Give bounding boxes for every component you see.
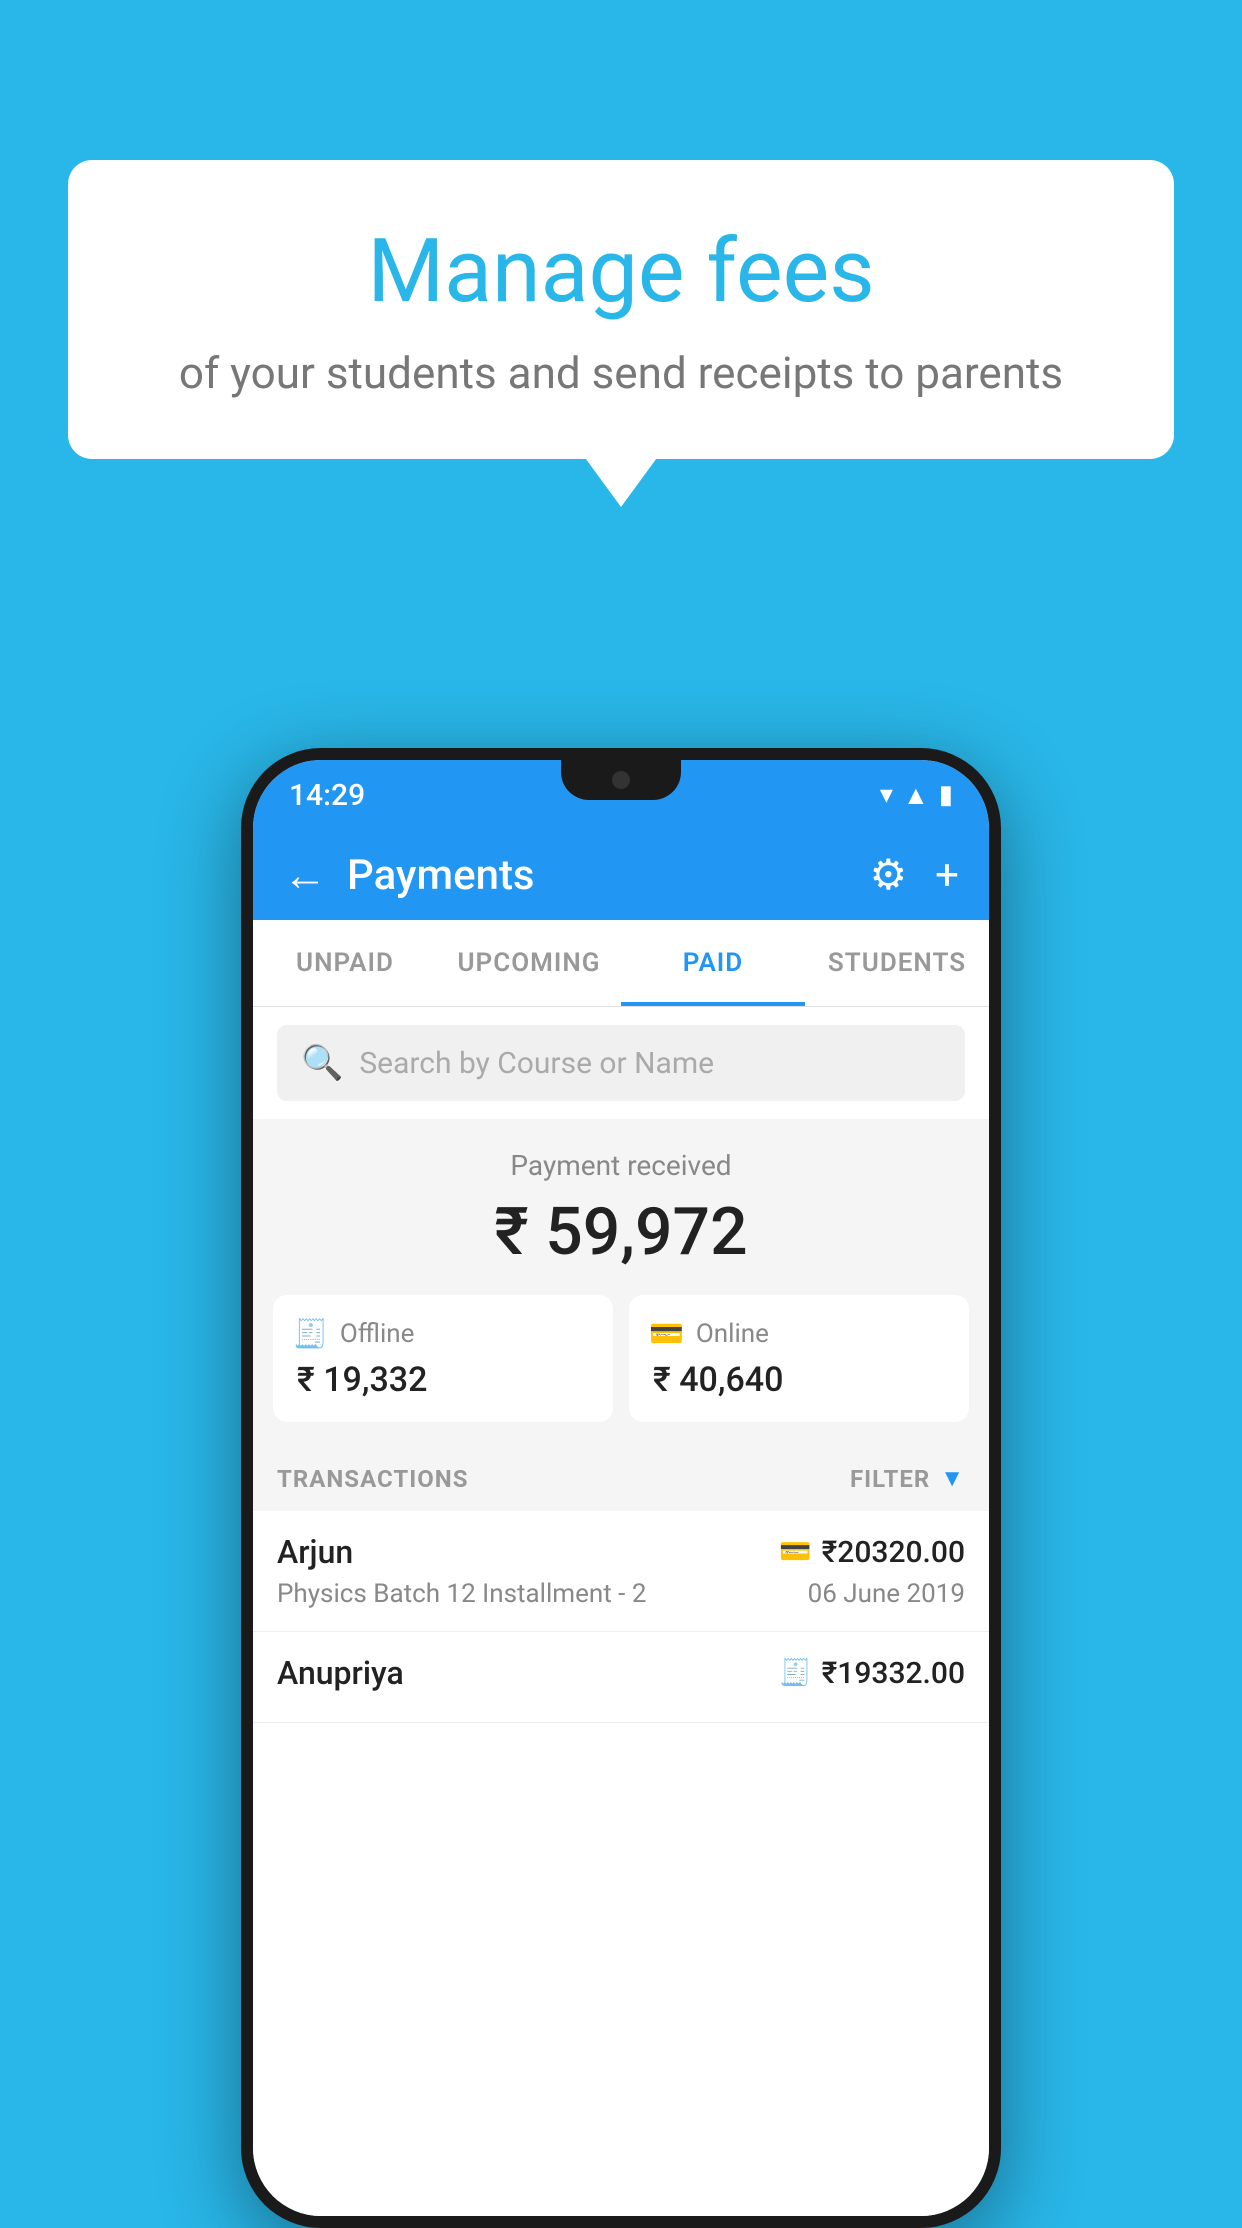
camera (612, 771, 630, 789)
offline-card: 🧾 Offline ₹ 19,332 (273, 1295, 613, 1422)
tab-paid[interactable]: PAID (621, 920, 805, 1006)
phone-notch (561, 760, 681, 800)
transaction-top: Anupriya 🧾 ₹19332.00 (277, 1654, 965, 1692)
transaction-list: Arjun 💳 ₹20320.00 Physics Batch 12 Insta… (253, 1511, 989, 2216)
wifi-icon: ▾ (880, 780, 893, 810)
transactions-header: TRANSACTIONS FILTER ▼ (253, 1446, 989, 1511)
payment-received-label: Payment received (273, 1149, 969, 1182)
filter-button[interactable]: FILTER ▼ (850, 1464, 965, 1493)
online-label: Online (696, 1319, 769, 1349)
signal-icon: ▲ (903, 780, 929, 811)
filter-icon: ▼ (940, 1464, 965, 1493)
search-box[interactable]: 🔍 Search by Course or Name (277, 1025, 965, 1101)
table-row[interactable]: Arjun 💳 ₹20320.00 Physics Batch 12 Insta… (253, 1511, 989, 1632)
online-icon: 💳 (649, 1317, 684, 1350)
filter-label: FILTER (850, 1465, 930, 1493)
payment-summary: Payment received ₹ 59,972 🧾 Offline ₹ 19… (253, 1119, 989, 1446)
status-bar: 14:29 ▾ ▲ ▮ (253, 760, 989, 830)
status-icons: ▾ ▲ ▮ (880, 780, 953, 811)
transaction-name: Arjun (277, 1533, 353, 1571)
transactions-label: TRANSACTIONS (277, 1465, 469, 1493)
transaction-amount-wrap: 💳 ₹20320.00 (779, 1535, 965, 1570)
phone-screen: 14:29 ▾ ▲ ▮ ← Payments ⚙ + UNPAID (253, 760, 989, 2216)
online-card-header: 💳 Online (649, 1317, 949, 1350)
transaction-top: Arjun 💳 ₹20320.00 (277, 1533, 965, 1571)
transaction-amount-wrap: 🧾 ₹19332.00 (779, 1656, 965, 1691)
bubble-subtitle: of your students and send receipts to pa… (148, 347, 1094, 399)
transaction-bottom: Physics Batch 12 Installment - 2 06 June… (277, 1579, 965, 1609)
tab-upcoming[interactable]: UPCOMING (437, 920, 621, 1006)
speech-bubble: Manage fees of your students and send re… (68, 160, 1174, 459)
transaction-amount: ₹19332.00 (822, 1656, 965, 1691)
offline-payment-icon: 🧾 (779, 1658, 811, 1688)
transaction-amount: ₹20320.00 (822, 1535, 965, 1570)
online-card: 💳 Online ₹ 40,640 (629, 1295, 969, 1422)
payment-total-amount: ₹ 59,972 (273, 1194, 969, 1271)
tab-unpaid[interactable]: UNPAID (253, 920, 437, 1006)
offline-label: Offline (340, 1319, 415, 1349)
status-time: 14:29 (289, 778, 365, 813)
payment-cards: 🧾 Offline ₹ 19,332 💳 Online ₹ 40,640 (273, 1295, 969, 1422)
search-container: 🔍 Search by Course or Name (253, 1007, 989, 1119)
app-bar-title: Payments (347, 851, 870, 900)
table-row[interactable]: Anupriya 🧾 ₹19332.00 (253, 1632, 989, 1723)
settings-button[interactable]: ⚙ (870, 850, 908, 900)
app-bar-actions: ⚙ + (870, 850, 960, 900)
tab-students[interactable]: STUDENTS (805, 920, 989, 1006)
search-input[interactable]: Search by Course or Name (359, 1046, 714, 1081)
transaction-name: Anupriya (277, 1654, 404, 1692)
battery-icon: ▮ (939, 780, 953, 810)
bubble-title: Manage fees (148, 220, 1094, 323)
transaction-course: Physics Batch 12 Installment - 2 (277, 1579, 646, 1609)
app-bar: ← Payments ⚙ + (253, 830, 989, 920)
back-button[interactable]: ← (283, 849, 327, 901)
phone-frame: 14:29 ▾ ▲ ▮ ← Payments ⚙ + UNPAID (241, 748, 1001, 2228)
offline-icon: 🧾 (293, 1317, 328, 1350)
add-button[interactable]: + (935, 851, 959, 900)
transaction-date: 06 June 2019 (808, 1579, 965, 1609)
online-amount: ₹ 40,640 (649, 1360, 949, 1400)
promo-card: Manage fees of your students and send re… (68, 160, 1174, 459)
search-icon: 🔍 (301, 1043, 343, 1083)
tabs-bar: UNPAID UPCOMING PAID STUDENTS (253, 920, 989, 1007)
offline-card-header: 🧾 Offline (293, 1317, 593, 1350)
online-payment-icon: 💳 (779, 1537, 811, 1567)
offline-amount: ₹ 19,332 (293, 1360, 593, 1400)
